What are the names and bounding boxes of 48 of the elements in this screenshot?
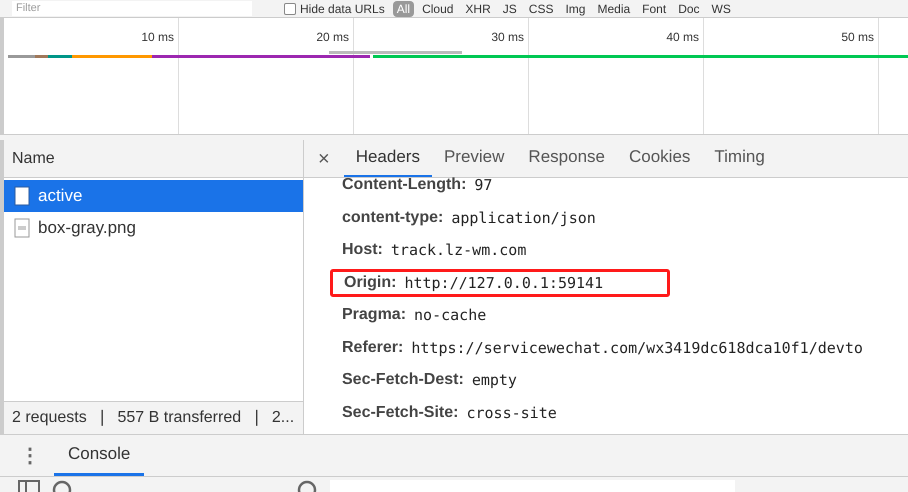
header-name: Content-Length: [342, 175, 466, 196]
document-icon [14, 186, 30, 206]
time-tick-label: 10 ms [141, 29, 174, 43]
header-value: cross-site [466, 402, 557, 424]
header-name: Referer: [342, 338, 404, 358]
time-tick-label: 30 ms [491, 29, 524, 43]
header-value: https://servicewechat.com/wx3419dc618dca10f1/devto [411, 338, 863, 358]
header-name: Sec-Fetch-Dest: [342, 370, 464, 390]
time-tick-label: 50 ms [841, 29, 874, 43]
detail-tab[interactable]: Headers [344, 139, 432, 177]
type-filter[interactable]: CSS [524, 0, 558, 16]
header-name: Origin: [344, 272, 396, 293]
filter-field[interactable]: Filter [12, 1, 252, 16]
type-filter[interactable]: Cloud [418, 0, 458, 16]
header-value: application/json [451, 208, 596, 228]
type-filter[interactable]: Doc [674, 0, 704, 16]
hide-data-urls-label: Hide data URLs [300, 0, 385, 18]
header-value: track.lz-wm.com [390, 240, 526, 261]
detail-tab[interactable]: Cookies [616, 139, 702, 177]
detail-tab[interactable]: Timing [702, 139, 777, 177]
type-filter[interactable]: XHR [461, 0, 495, 16]
column-header[interactable]: Name [12, 146, 55, 170]
header-name: Pragma: [342, 305, 406, 326]
type-filter[interactable]: WS [708, 0, 735, 16]
header-name: Sec-Fetch-Site: [342, 402, 458, 423]
type-filter[interactable]: JS [498, 0, 521, 16]
close-button[interactable]: × [316, 141, 332, 177]
header-value: 97 [474, 175, 492, 196]
hide-data-urls-checkbox[interactable] [284, 2, 296, 14]
header-value: no-cache [414, 305, 486, 326]
image-file-icon [14, 218, 30, 238]
header-value: empty [472, 370, 517, 391]
time-tick-label: 40 ms [666, 29, 699, 43]
request-row[interactable]: box-gray.png [4, 212, 303, 244]
detail-tab[interactable]: Preview [432, 139, 516, 177]
header-name: Host: [342, 240, 383, 260]
detail-tab[interactable]: Response [516, 139, 617, 177]
sidebar-toggle-icon[interactable] [18, 479, 40, 492]
type-filter[interactable]: Font [638, 0, 670, 16]
menu-button[interactable]: ⋮ [20, 436, 36, 476]
time-tick-label: 20 ms [316, 29, 349, 43]
summary-text: 2 requests ❘ 557 B transferred ❘ 2... [12, 408, 294, 428]
type-filter[interactable]: Media [593, 0, 634, 16]
header-value: http://127.0.0.1:59141 [404, 272, 604, 294]
request-row[interactable]: active [4, 180, 303, 212]
type-filter[interactable]: Img [561, 0, 590, 16]
scroll-thumb[interactable] [329, 51, 462, 54]
header-name: content-type: [342, 208, 444, 228]
